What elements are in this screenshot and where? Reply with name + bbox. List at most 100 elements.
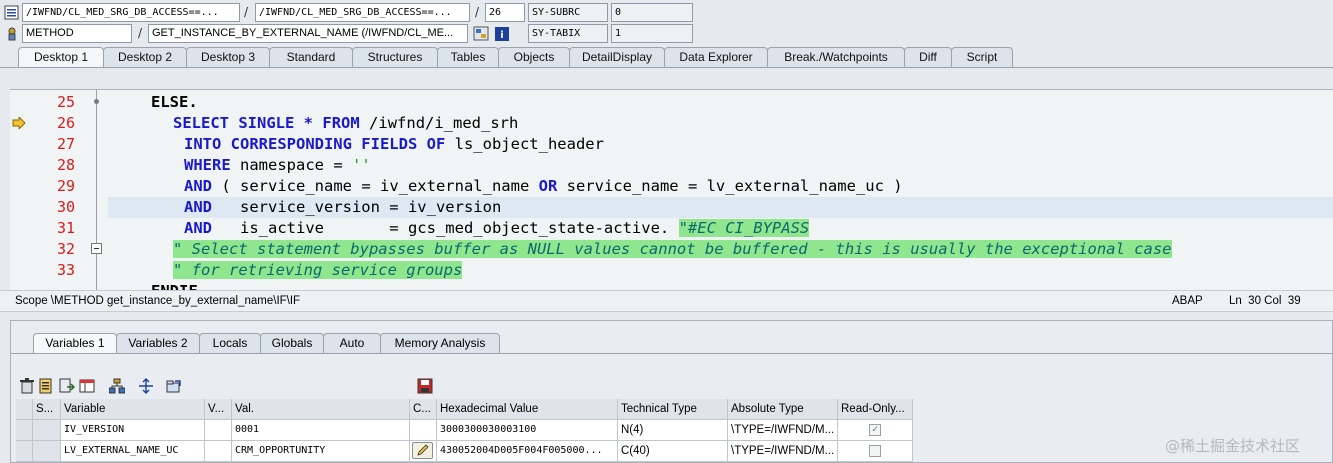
column-header-status[interactable]: S... (33, 399, 61, 420)
code-line-26: SELECT SINGLE * FROM /iwfnd/i_med_srh (173, 113, 518, 134)
variable-name-cell[interactable]: IV_VERSION (61, 420, 205, 441)
main-tabstrip: Desktop 1 Desktop 2 Desktop 3 Standard S… (0, 47, 1333, 68)
code-text: ( service_name = iv_external_name (221, 177, 539, 195)
info-icon[interactable]: i (494, 26, 510, 42)
line-number: 29 (56, 177, 75, 195)
hex-value-cell: 3000300030003100 (437, 420, 618, 441)
tab-variables-1[interactable]: Variables 1 (33, 333, 117, 354)
value-cell[interactable]: 0001 (232, 420, 410, 441)
column-header-technical-type[interactable]: Technical Type (618, 399, 728, 420)
editor-gutter: 25 26 27 28 29 30 31 32 33 (10, 90, 102, 290)
tab-underline (0, 67, 1333, 68)
tab-globals[interactable]: Globals (260, 333, 324, 353)
sysvar2-name-field[interactable]: SY-TABIX (528, 24, 608, 43)
tab-desktop-3[interactable]: Desktop 3 (186, 47, 270, 67)
tab-tables[interactable]: Tables (437, 47, 499, 67)
code-line-33: " for retrieving service groups (173, 260, 463, 281)
tab-desktop-2[interactable]: Desktop 2 (103, 47, 187, 67)
fold-collapse-icon[interactable] (91, 243, 102, 254)
tab-underline (11, 353, 1332, 354)
separator: / (138, 26, 143, 40)
code-text: namespace = (240, 156, 352, 174)
sysvar1-name-field[interactable]: SY-SUBRC (528, 3, 608, 22)
column-header-variable[interactable]: Variable (61, 399, 205, 420)
tab-standard[interactable]: Standard (269, 47, 353, 67)
row-selector[interactable] (16, 420, 33, 441)
tab-locals[interactable]: Locals (199, 333, 261, 353)
tab-desktop-1[interactable]: Desktop 1 (18, 47, 104, 68)
fold-marker (94, 99, 99, 104)
code-line-25: ELSE. (151, 92, 198, 113)
value-cell[interactable]: CRM_OPPORTUNITY (232, 441, 410, 462)
hex-value-cell: 430052004D005F004F005000... (437, 441, 618, 462)
separator: / (475, 5, 480, 19)
tab-structures[interactable]: Structures (352, 47, 438, 67)
column-header-change[interactable]: C... (410, 399, 437, 420)
sysvar1-value-field[interactable]: 0 (611, 3, 693, 22)
comment: " Select statement bypasses buffer as NU… (173, 240, 1172, 258)
column-header-view[interactable]: V... (205, 399, 232, 420)
column-header-hex[interactable]: Hexadecimal Value (437, 399, 618, 420)
line-number-field[interactable]: 26 (485, 3, 525, 22)
tab-detaildisplay[interactable]: DetailDisplay (569, 47, 665, 67)
tab-auto[interactable]: Auto (323, 333, 381, 353)
tab-diff[interactable]: Diff (904, 47, 952, 67)
comment: " for retrieving service groups (173, 261, 463, 279)
column-header-absolute-type[interactable]: Absolute Type (728, 399, 838, 420)
technical-type-cell: N(4) (618, 420, 728, 441)
scope-text: Scope \METHOD get_instance_by_external_n… (15, 295, 301, 307)
read-only-cell (838, 441, 913, 462)
column-header-read-only[interactable]: Read-Only... (838, 399, 913, 420)
tab-variables-2[interactable]: Variables 2 (116, 333, 200, 353)
line-number: 31 (56, 219, 75, 237)
code-editor[interactable]: 25 26 27 28 29 30 31 32 33 ELSE. SELECT … (10, 89, 1333, 290)
save-icon[interactable] (417, 378, 433, 394)
keyword: ELSE. (151, 93, 198, 111)
separator: / (244, 5, 249, 19)
edit-pencil-icon[interactable] (412, 442, 433, 459)
event-name-field[interactable]: GET_INSTANCE_BY_EXTERNAL_NAME (/IWFND/CL… (148, 24, 468, 43)
tab-objects[interactable]: Objects (498, 47, 570, 67)
hierarchy-icon[interactable] (108, 378, 126, 394)
read-only-checkbox: ✓ (869, 424, 881, 436)
language-label: ABAP (1172, 295, 1203, 307)
line-number: 30 (56, 198, 75, 216)
column-header-value[interactable]: Val. (232, 399, 410, 420)
status-cell (33, 441, 61, 462)
watermark: @稀土掘金技术社区 (1165, 437, 1301, 455)
code-line-27: INTO CORRESPONDING FIELDS OF ls_object_h… (184, 134, 604, 155)
absolute-type-cell[interactable]: \TYPE=/IWFND/M... (728, 420, 838, 441)
cursor-position: Ln 30 Col 39 (1229, 295, 1301, 307)
event-type-field[interactable]: METHOD (22, 24, 132, 43)
current-statement-arrow-icon (12, 115, 26, 132)
move-icon[interactable] (138, 378, 154, 394)
navigate-icon[interactable] (473, 26, 489, 42)
code-line-32: " Select statement bypasses buffer as NU… (173, 239, 1172, 260)
row-selector[interactable] (16, 441, 33, 462)
code-line-30: AND service_version = iv_version (184, 197, 501, 218)
sysvar2-value-field[interactable]: 1 (611, 24, 693, 43)
view-cell (205, 420, 232, 441)
technical-type-cell: C(40) (618, 441, 728, 462)
tab-breakpoints[interactable]: Break./Watchpoints (767, 47, 905, 67)
line-number: 26 (56, 114, 75, 132)
tab-data-explorer[interactable]: Data Explorer (664, 47, 768, 67)
include-field[interactable]: /IWFND/CL_MED_SRG_DB_ACCESS==... (255, 3, 470, 22)
code-line-29: AND ( service_name = iv_external_name OR… (184, 176, 903, 197)
svg-text:i: i (500, 30, 503, 41)
delete-icon[interactable] (19, 378, 35, 394)
table-icon[interactable] (79, 378, 95, 394)
keyword: INTO CORRESPONDING FIELDS OF (184, 135, 446, 153)
row-selector-header (16, 399, 33, 420)
open-folder-icon[interactable] (166, 378, 182, 394)
detail-view-icon[interactable] (39, 378, 55, 394)
variable-name-cell[interactable]: LV_EXTERNAL_NAME_UC (61, 441, 205, 462)
tab-memory-analysis[interactable]: Memory Analysis (380, 333, 500, 353)
absolute-type-cell[interactable]: \TYPE=/IWFND/M... (728, 441, 838, 462)
method-icon (4, 26, 20, 42)
keyword: AND (184, 219, 212, 237)
tab-script[interactable]: Script (951, 47, 1013, 67)
export-icon[interactable] (59, 378, 76, 394)
program-field[interactable]: /IWFND/CL_MED_SRG_DB_ACCESS==... (22, 3, 240, 22)
keyword: WHERE (184, 156, 231, 174)
